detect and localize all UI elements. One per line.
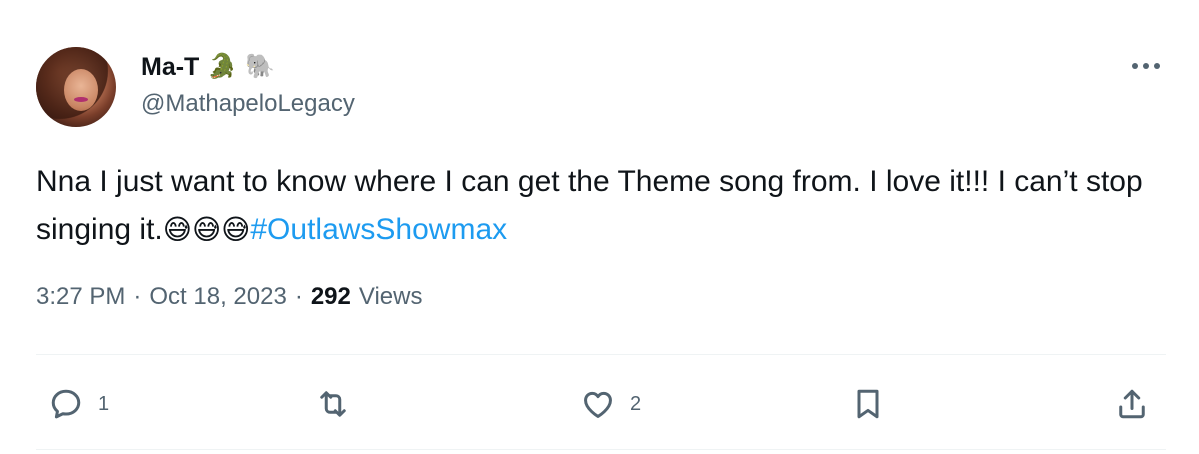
avatar[interactable] [36,47,116,127]
action-bar: 1 2 [0,374,1199,434]
sweat-smile-emoji-icon: 😅 [191,214,222,245]
tweet-time[interactable]: 3:27 PM [36,283,125,311]
reply-button[interactable]: 1 [48,374,109,434]
meta-separator: · [133,283,142,310]
views-label: Views [358,283,423,310]
views-count: 292 [310,283,351,310]
display-name[interactable]: Ma-T [141,53,199,82]
sweat-smile-emoji-icon: 😅 [221,214,251,245]
retweet-icon [320,391,346,417]
tweet-text: Nna I just want to know where I can get … [36,158,1166,254]
bookmark-button[interactable] [850,374,886,434]
tweet-date[interactable]: Oct 18, 2023 [149,283,286,311]
tweet-meta: 3:27 PM · Oct 18, 2023 · 292 Views [36,283,422,311]
reply-count: 1 [98,392,110,415]
like-button[interactable]: 2 [580,374,641,434]
heart-icon [584,391,612,418]
divider [36,354,1166,355]
elephant-emoji-icon: 🐘 [245,53,276,80]
divider [36,449,1166,450]
author-handle[interactable]: @MathapeloLegacy [141,90,355,118]
crocodile-emoji-icon: 🐊 [207,53,238,80]
author-name-row[interactable]: Ma-T 🐊 🐘 [141,50,275,84]
retweet-button[interactable] [314,374,352,434]
share-button[interactable] [1114,374,1150,434]
sweat-smile-emoji-icon: 😅 [162,214,192,245]
bookmark-icon [857,389,879,419]
reply-bubble-icon [51,389,81,419]
more-options-button[interactable] [1124,50,1168,82]
more-horizontal-icon [1132,63,1160,69]
avatar-lips [74,97,88,102]
share-upload-icon [1119,389,1145,419]
meta-separator: · [294,283,303,310]
tweet-card: Ma-T 🐊 🐘 @MathapeloLegacy Nna I just wan… [0,0,1199,454]
like-count: 2 [630,392,642,415]
avatar-face [64,69,98,111]
hashtag-link[interactable]: #OutlawsShowmax [250,213,507,246]
